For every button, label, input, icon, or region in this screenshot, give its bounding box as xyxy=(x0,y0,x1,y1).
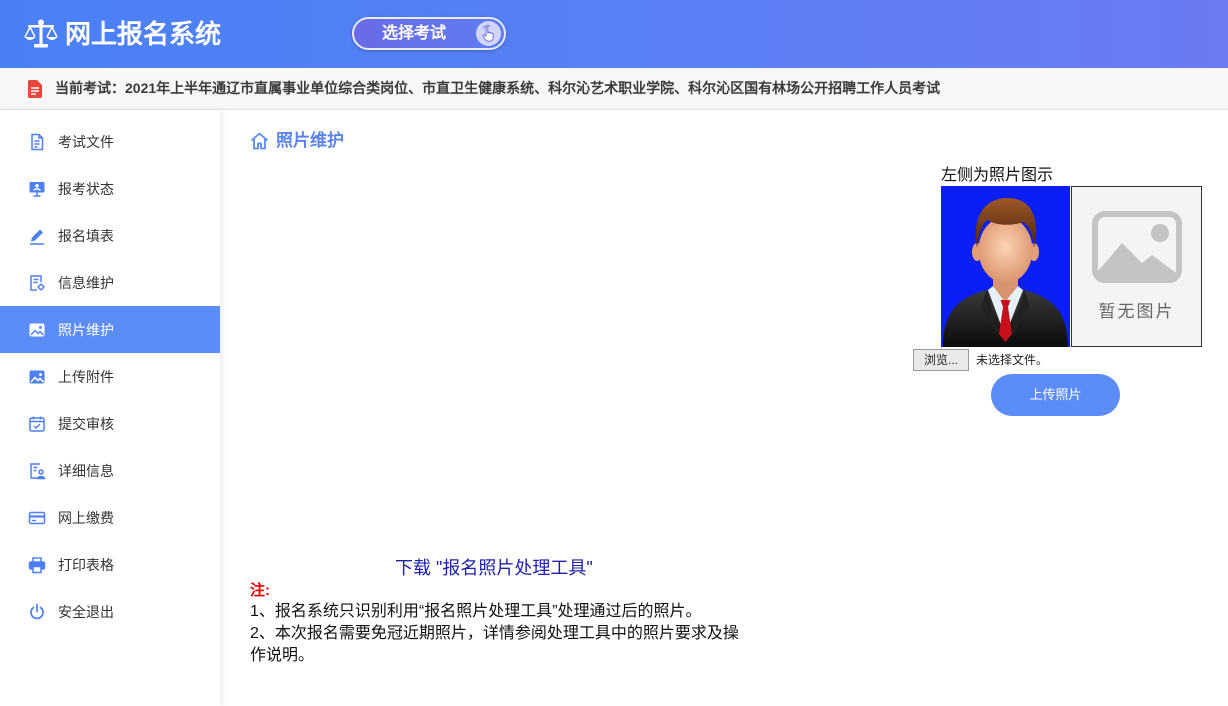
sidebar-item-label: 报考状态 xyxy=(58,180,114,197)
sidebar-item-label: 详细信息 xyxy=(58,462,114,479)
sidebar-item-submit-review[interactable]: 提交审核 xyxy=(0,400,220,447)
sidebar: 考试文件 报考状态 报名填表 信息维护 照片维护 上传附件 提交审核 详细信息 … xyxy=(0,110,220,706)
current-exam-text: 当前考试：2021年上半年通辽市直属事业单位综合类岗位、市直卫生健康系统、科尔沁… xyxy=(55,80,941,96)
no-image-text: 暂无图片 xyxy=(1098,302,1175,321)
image-icon xyxy=(29,370,45,383)
pencil-icon xyxy=(30,229,44,245)
upload-photo-button[interactable]: 上传照片 xyxy=(991,374,1120,416)
document-person-icon xyxy=(30,462,46,479)
sidebar-item-print-forms[interactable]: 打印表格 xyxy=(0,541,220,588)
calendar-check-icon xyxy=(29,416,45,432)
sidebar-item-label: 提交审核 xyxy=(58,415,114,432)
sidebar-item-online-payment[interactable]: 网上缴费 xyxy=(0,494,220,541)
note-line: 2、本次报名需要免冠近期照片，详情参阅处理工具中的照片要求及操作说明。 xyxy=(250,625,739,664)
note-list: 1、报名系统只识别利用“报名照片处理工具”处理通过后的照片。 2、本次报名需要免… xyxy=(250,601,745,667)
document-gear-icon xyxy=(30,274,45,291)
sidebar-item-registration-form[interactable]: 报名填表 xyxy=(0,212,220,259)
sidebar-item-label: 考试文件 xyxy=(58,133,114,150)
sidebar-item-label: 上传附件 xyxy=(58,368,114,385)
credit-card-icon xyxy=(28,511,46,524)
document-icon xyxy=(28,80,42,98)
hand-pointer-icon xyxy=(476,21,501,46)
browse-file-button[interactable]: 浏览... xyxy=(913,349,969,371)
current-exam-bar: 当前考试：2021年上半年通辽市直属事业单位综合类岗位、市直卫生健康系统、科尔沁… xyxy=(0,68,1228,110)
app-title: 网上报名系统 xyxy=(65,19,222,49)
page-title: 照片维护 xyxy=(250,131,344,151)
main-content: 照片维护 左侧为照片图示 暂无图片 浏览... 未选择文件。 上传照片 下载 "… xyxy=(220,110,1228,706)
sidebar-item-info-maintenance[interactable]: 信息维护 xyxy=(0,259,220,306)
sidebar-item-upload-attachments[interactable]: 上传附件 xyxy=(0,353,220,400)
scales-icon xyxy=(24,19,58,48)
sidebar-item-label: 照片维护 xyxy=(58,321,114,338)
monitor-icon xyxy=(29,181,45,197)
sidebar-item-label: 网上缴费 xyxy=(58,509,114,526)
photo-preview: 暂无图片 xyxy=(1071,186,1202,347)
note-line: 1、报名系统只识别利用“报名照片处理工具”处理通过后的照片。 xyxy=(250,603,702,620)
sidebar-item-exam-files[interactable]: 考试文件 xyxy=(0,118,220,165)
image-placeholder-icon xyxy=(1092,211,1182,283)
sidebar-item-label: 信息维护 xyxy=(58,274,114,291)
page-title-text: 照片维护 xyxy=(276,131,344,150)
download-photo-tool-link[interactable]: 下载 "报名照片处理工具" xyxy=(395,557,593,579)
sidebar-item-application-status[interactable]: 报考状态 xyxy=(0,165,220,212)
document-icon xyxy=(31,133,44,150)
sidebar-item-label: 报名填表 xyxy=(58,227,114,244)
example-photo-caption: 左侧为照片图示 xyxy=(941,167,1054,184)
sidebar-item-photo-maintenance[interactable]: 照片维护 xyxy=(0,306,220,353)
sidebar-item-label: 安全退出 xyxy=(58,603,114,620)
example-photo xyxy=(941,186,1070,347)
home-icon xyxy=(250,132,269,150)
app-header: 网上报名系统 选择考试 xyxy=(0,0,1228,68)
select-exam-button[interactable]: 选择考试 xyxy=(352,17,506,50)
printer-icon xyxy=(28,556,46,573)
sidebar-item-label: 打印表格 xyxy=(58,556,114,573)
image-icon xyxy=(29,323,45,336)
no-file-selected-text: 未选择文件。 xyxy=(976,353,1049,367)
power-icon xyxy=(30,603,44,619)
sidebar-item-details[interactable]: 详细信息 xyxy=(0,447,220,494)
note-title: 注: xyxy=(250,582,270,599)
select-exam-label: 选择考试 xyxy=(382,25,447,42)
sidebar-item-logout[interactable]: 安全退出 xyxy=(0,588,220,635)
